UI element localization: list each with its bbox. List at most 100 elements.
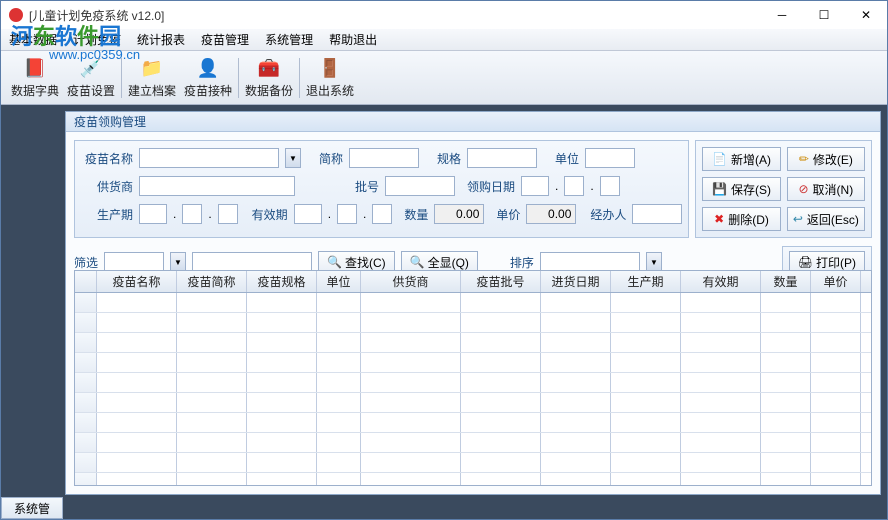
tool-exit[interactable]: 🚪退出系统 — [302, 53, 358, 103]
table-row[interactable] — [75, 473, 871, 485]
input-prod-day[interactable] — [218, 204, 238, 224]
label-spec: 规格 — [425, 150, 461, 167]
input-exp-day[interactable] — [372, 204, 392, 224]
save-icon: 💾 — [712, 182, 727, 196]
table-row[interactable] — [75, 313, 871, 333]
table-row[interactable] — [75, 333, 871, 353]
exit-icon: 🚪 — [318, 56, 342, 80]
col-qty[interactable]: 数量 — [761, 271, 811, 292]
data-grid[interactable]: 疫苗名称 疫苗简称 疫苗规格 单位 供货商 疫苗批号 进货日期 生产期 有效期 … — [74, 270, 872, 486]
table-row[interactable] — [75, 433, 871, 453]
button-add[interactable]: 📄新增(A) — [702, 147, 780, 171]
close-button[interactable]: ✕ — [845, 1, 887, 29]
menu-help[interactable]: 帮助退出 — [329, 31, 377, 48]
label-vaccine-name: 疫苗名称 — [81, 150, 133, 167]
table-row[interactable] — [75, 453, 871, 473]
col-selector — [75, 271, 97, 292]
window-title: [儿童计划免疫系统 v12.0] — [29, 7, 164, 24]
input-qty[interactable] — [434, 204, 484, 224]
table-row[interactable] — [75, 393, 871, 413]
dropdown-sort-field[interactable]: ▼ — [646, 252, 662, 272]
col-prod-date[interactable]: 生产期 — [611, 271, 681, 292]
label-buy-date: 领购日期 — [461, 178, 515, 195]
table-row[interactable] — [75, 373, 871, 393]
label-qty: 数量 — [398, 206, 428, 223]
panel-vaccine-purchase: 疫苗领购管理 疫苗名称 ▼ 简称 规格 单位 供货商 — [65, 111, 881, 495]
minimize-button[interactable]: ─ — [761, 1, 803, 29]
menu-vaccine[interactable]: 疫苗管理 — [201, 31, 249, 48]
maximize-button[interactable]: ☐ — [803, 1, 845, 29]
input-abbr[interactable] — [349, 148, 419, 168]
menu-immunization[interactable]: 计划免疫 — [73, 31, 121, 48]
menu-reports[interactable]: 统计报表 — [137, 31, 185, 48]
input-batch[interactable] — [385, 176, 455, 196]
bottom-tab-system[interactable]: 系统管 — [1, 497, 63, 519]
input-supplier[interactable] — [139, 176, 295, 196]
label-abbr: 简称 — [307, 150, 343, 167]
vaccine-icon: 💉 — [79, 56, 103, 80]
col-unit[interactable]: 单位 — [317, 271, 361, 292]
menubar: 基本数据 计划免疫 统计报表 疫苗管理 系统管理 帮助退出 — [1, 29, 887, 51]
toolbar: 📕数据字典 💉疫苗设置 📁建立档案 👤疫苗接种 🧰数据备份 🚪退出系统 — [1, 51, 887, 105]
label-exp-date: 有效期 — [244, 206, 288, 223]
input-price[interactable] — [526, 204, 576, 224]
refresh-icon: 🔍 — [410, 255, 425, 269]
col-vaccine-name[interactable]: 疫苗名称 — [97, 271, 177, 292]
select-filter-field[interactable] — [104, 252, 164, 272]
input-buy-day[interactable] — [600, 176, 620, 196]
input-prod-year[interactable] — [139, 204, 167, 224]
button-edit[interactable]: ✏修改(E) — [787, 147, 865, 171]
input-unit[interactable] — [585, 148, 635, 168]
col-batch[interactable]: 疫苗批号 — [461, 271, 541, 292]
button-save[interactable]: 💾保存(S) — [702, 177, 780, 201]
dropdown-filter-field[interactable]: ▼ — [170, 252, 186, 272]
input-buy-year[interactable] — [521, 176, 549, 196]
input-filter-value[interactable] — [192, 252, 312, 272]
input-exp-year[interactable] — [294, 204, 322, 224]
tool-data-dict[interactable]: 📕数据字典 — [7, 53, 63, 103]
cancel-icon: ⊘ — [798, 182, 808, 196]
table-row[interactable] — [75, 293, 871, 313]
button-cancel[interactable]: ⊘取消(N) — [787, 177, 865, 201]
label-batch: 批号 — [343, 178, 379, 195]
app-icon — [9, 8, 23, 22]
input-spec[interactable] — [467, 148, 537, 168]
table-row[interactable] — [75, 413, 871, 433]
col-exp-date[interactable]: 有效期 — [681, 271, 761, 292]
tool-backup[interactable]: 🧰数据备份 — [241, 53, 297, 103]
input-exp-month[interactable] — [337, 204, 357, 224]
back-icon: ↩ — [793, 212, 803, 226]
grid-body[interactable] — [75, 293, 871, 485]
label-supplier: 供货商 — [81, 178, 133, 195]
button-back[interactable]: ↩返回(Esc) — [787, 207, 865, 231]
menu-system[interactable]: 系统管理 — [265, 31, 313, 48]
form-fields: 疫苗名称 ▼ 简称 规格 单位 供货商 批号 — [74, 140, 689, 238]
tool-vaccination[interactable]: 👤疫苗接种 — [180, 53, 236, 103]
label-operator: 经办人 — [582, 206, 626, 223]
tool-vaccine-setup[interactable]: 💉疫苗设置 — [63, 53, 119, 103]
tool-create-record[interactable]: 📁建立档案 — [124, 53, 180, 103]
dropdown-vaccine-name[interactable]: ▼ — [285, 148, 301, 168]
label-unit: 单位 — [543, 150, 579, 167]
col-spec[interactable]: 疫苗规格 — [247, 271, 317, 292]
label-price: 单价 — [490, 206, 520, 223]
printer-icon: 🖨 — [798, 255, 813, 269]
backup-icon: 🧰 — [257, 56, 281, 80]
col-supplier[interactable]: 供货商 — [361, 271, 461, 292]
button-delete[interactable]: ✖删除(D) — [702, 207, 780, 231]
col-abbr[interactable]: 疫苗简称 — [177, 271, 247, 292]
grid-header: 疫苗名称 疫苗简称 疫苗规格 单位 供货商 疫苗批号 进货日期 生产期 有效期 … — [75, 271, 871, 293]
input-vaccine-name[interactable] — [139, 148, 279, 168]
add-icon: 📄 — [712, 152, 727, 166]
table-row[interactable] — [75, 353, 871, 373]
delete-icon: ✖ — [714, 212, 724, 226]
col-in-date[interactable]: 进货日期 — [541, 271, 611, 292]
select-sort-field[interactable] — [540, 252, 640, 272]
input-operator[interactable] — [632, 204, 682, 224]
label-prod-date: 生产期 — [81, 206, 133, 223]
menu-basic-data[interactable]: 基本数据 — [9, 31, 57, 48]
input-prod-month[interactable] — [182, 204, 202, 224]
label-filter: 筛选 — [74, 254, 98, 271]
input-buy-month[interactable] — [564, 176, 584, 196]
col-price[interactable]: 单价 — [811, 271, 861, 292]
